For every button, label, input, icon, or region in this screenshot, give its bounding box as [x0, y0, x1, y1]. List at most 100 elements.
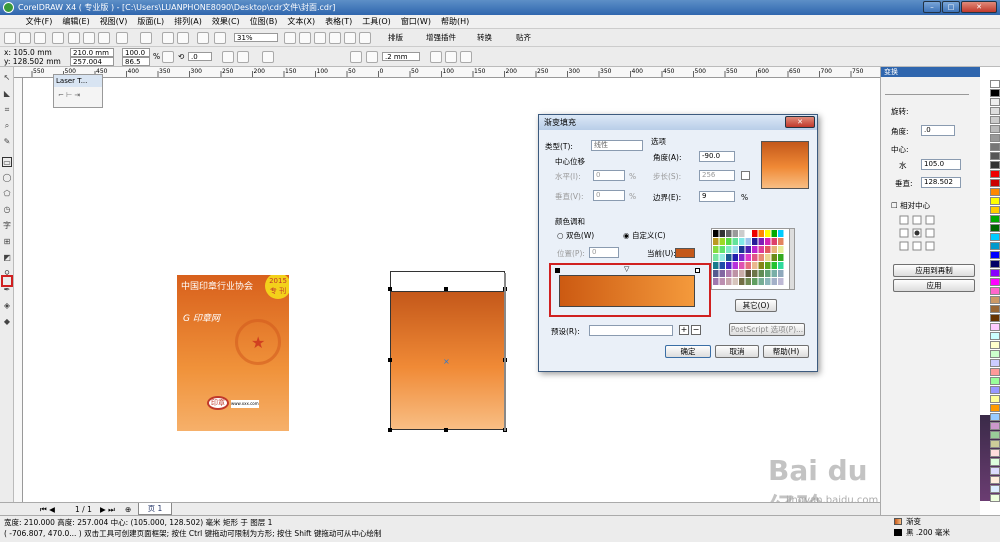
palette-swatch[interactable]	[990, 251, 1000, 259]
palette-cell[interactable]	[745, 254, 752, 261]
palette-cell[interactable]	[713, 270, 719, 277]
current-color-swatch[interactable]	[675, 248, 695, 258]
apply-duplicate-button[interactable]: 应用到再制	[893, 264, 975, 277]
palette-swatch[interactable]	[990, 404, 1000, 412]
palette-cell[interactable]	[713, 278, 719, 285]
palette-cell[interactable]	[752, 238, 758, 245]
palette-cell[interactable]	[732, 270, 739, 277]
zoom-width-icon[interactable]	[329, 32, 341, 44]
others-button[interactable]: 其它(O)	[735, 299, 777, 312]
palette-swatch[interactable]	[990, 296, 1000, 304]
palette-cell[interactable]	[713, 262, 719, 269]
rotation-field[interactable]: .0	[188, 52, 212, 61]
palette-cell[interactable]	[765, 278, 771, 285]
interactive-tool-icon[interactable]: ◩	[2, 253, 12, 263]
palette-swatch[interactable]	[990, 197, 1000, 205]
palette-cell[interactable]	[752, 270, 758, 277]
palette-cell[interactable]	[719, 230, 726, 237]
h-center-field[interactable]: 105.0	[921, 159, 961, 170]
palette-cell[interactable]	[732, 262, 739, 269]
palette-swatch[interactable]	[990, 377, 1000, 385]
palette-cell[interactable]	[732, 238, 739, 245]
plugin-snap[interactable]: 贴齐	[516, 33, 531, 42]
palette-cell[interactable]	[778, 278, 784, 285]
y-position[interactable]: y: 128.502 mm	[4, 57, 61, 66]
palette-cell[interactable]	[739, 230, 745, 237]
remove-preset-icon[interactable]: −	[691, 325, 701, 335]
palette-cell[interactable]	[745, 238, 752, 245]
palette-cell[interactable]	[732, 246, 739, 253]
palette-swatch[interactable]	[990, 224, 1000, 232]
menu-bitmaps[interactable]: 位图(B)	[245, 15, 283, 29]
palette-cell[interactable]	[765, 238, 771, 245]
freehand-tool-icon[interactable]: ✎	[2, 137, 12, 147]
menu-layout[interactable]: 版面(L)	[132, 15, 169, 29]
palette-swatch[interactable]	[990, 260, 1000, 268]
preset-select[interactable]	[589, 325, 673, 336]
cut-icon[interactable]	[68, 32, 80, 44]
palette-cell[interactable]	[726, 246, 732, 253]
zoom-all-icon[interactable]	[359, 32, 371, 44]
handle-tl[interactable]	[388, 287, 392, 291]
palette-cell[interactable]	[752, 246, 758, 253]
fill-tool-highlight[interactable]	[1, 275, 13, 287]
palette-cell[interactable]	[771, 270, 778, 277]
palette-cell[interactable]	[771, 262, 778, 269]
palette-cell[interactable]	[752, 254, 758, 261]
palette-cell[interactable]	[758, 230, 765, 237]
palette-swatch[interactable]	[990, 413, 1000, 421]
palette-swatch[interactable]	[990, 476, 1000, 484]
palette-scrollbar[interactable]	[789, 228, 795, 290]
lock-ratio-icon[interactable]	[162, 51, 174, 63]
color-palette-grid[interactable]	[711, 228, 793, 290]
import-icon[interactable]	[162, 32, 174, 44]
plugin-typeset[interactable]: 排版	[388, 33, 403, 42]
palette-swatch[interactable]	[990, 422, 1000, 430]
minimize-button[interactable]: –	[923, 1, 941, 13]
lock-icon[interactable]	[741, 171, 750, 180]
palette-swatch[interactable]	[990, 458, 1000, 466]
vert-field[interactable]: 0	[593, 190, 625, 201]
basic-shapes-icon[interactable]: ◷	[2, 205, 12, 215]
palette-swatch[interactable]	[990, 467, 1000, 475]
v-center-field[interactable]: 128.502	[921, 177, 961, 188]
palette-cell[interactable]	[778, 246, 784, 253]
palette-cell[interactable]	[713, 246, 719, 253]
palette-swatch[interactable]	[990, 440, 1000, 448]
palette-swatch[interactable]	[990, 80, 1000, 88]
zoom-page-icon[interactable]	[314, 32, 326, 44]
two-color-radio[interactable]: ○ 双色(W)	[557, 231, 594, 240]
palette-swatch[interactable]	[990, 359, 1000, 367]
menu-edit[interactable]: 编辑(E)	[57, 15, 94, 29]
palette-swatch[interactable]	[990, 89, 1000, 97]
palette-swatch[interactable]	[990, 485, 1000, 493]
palette-cell[interactable]	[739, 246, 745, 253]
palette-swatch[interactable]	[990, 395, 1000, 403]
pick-tool-icon[interactable]: ↖	[2, 73, 12, 83]
help-button[interactable]: 帮助(H)	[763, 345, 809, 358]
interactive-fill-icon[interactable]: ◆	[2, 317, 12, 327]
menu-table[interactable]: 表格(T)	[320, 15, 357, 29]
palette-swatch[interactable]	[990, 431, 1000, 439]
outline-width-select[interactable]: .2 mm	[382, 52, 420, 61]
app-launcher-icon[interactable]	[197, 32, 209, 44]
zoom-height-icon[interactable]	[344, 32, 356, 44]
palette-cell[interactable]	[719, 262, 726, 269]
palette-cell[interactable]	[726, 254, 732, 261]
palette-cell[interactable]	[726, 278, 732, 285]
palette-swatch[interactable]	[990, 386, 1000, 394]
laser-icons[interactable]: ⌐ ⊢ ⇥	[54, 87, 102, 103]
cover-artwork[interactable]: 中国印章行业协会 2015 专 刊 G 印章网 ★ 印章 www.xxx.com	[177, 275, 289, 431]
palette-cell[interactable]	[745, 262, 752, 269]
maximize-button[interactable]: □	[942, 1, 960, 13]
zoom-level-select[interactable]: 31%	[234, 33, 278, 42]
palette-cell[interactable]	[739, 278, 745, 285]
fill-tool-icon[interactable]: ◈	[2, 301, 12, 311]
palette-cell[interactable]	[726, 230, 732, 237]
mirror-h-icon[interactable]	[222, 51, 234, 63]
palette-cell[interactable]	[771, 254, 778, 261]
palette-swatch[interactable]	[990, 107, 1000, 115]
plugin-enhance[interactable]: 增强插件	[426, 33, 456, 42]
palette-cell[interactable]	[758, 262, 765, 269]
position-field[interactable]: 0	[589, 247, 619, 258]
